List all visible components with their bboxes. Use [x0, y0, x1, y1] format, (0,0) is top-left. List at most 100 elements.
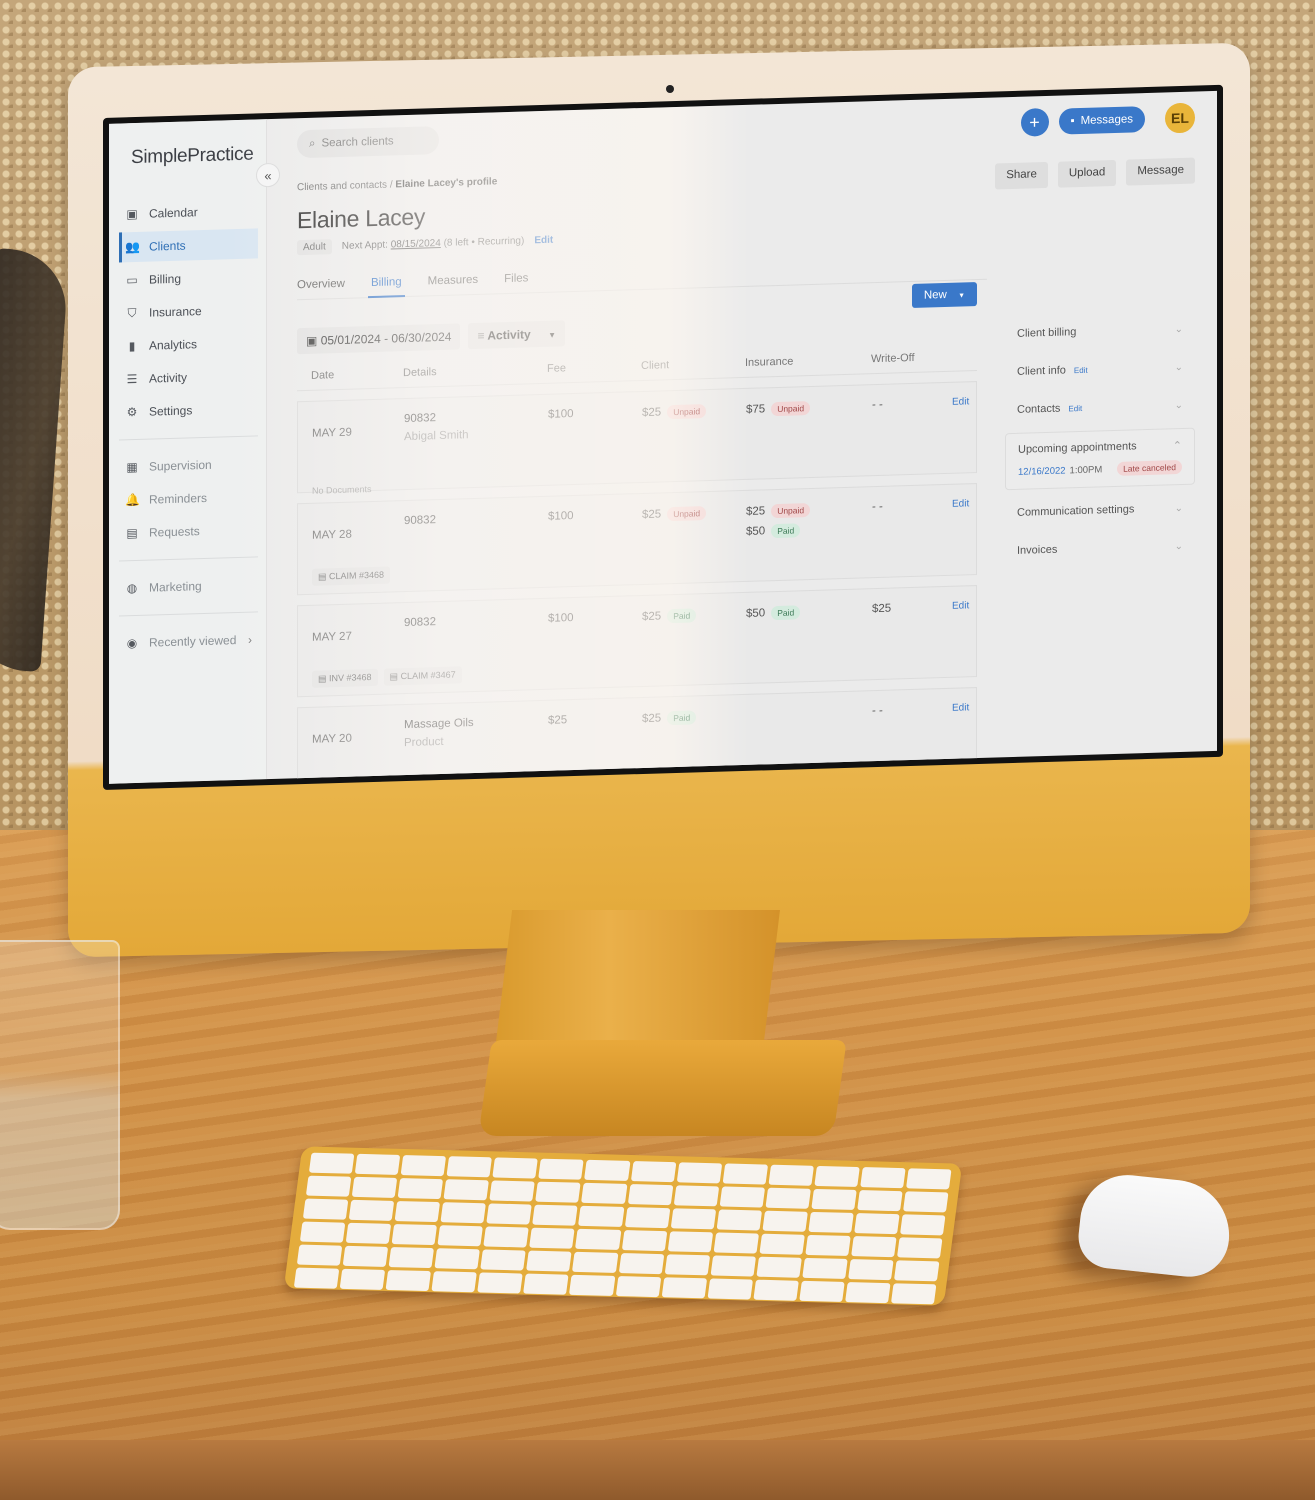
contacts-section[interactable]: Contacts Edit ⌄ [1005, 386, 1195, 430]
section-title: Client billing [1017, 326, 1077, 340]
client-billing-section[interactable]: Client billing ⌄ [1005, 310, 1195, 354]
edit-appt-link[interactable]: Edit [534, 235, 553, 247]
row-write-off: $25 [872, 602, 892, 616]
amount: $25 [746, 505, 766, 518]
message-button[interactable]: Message [1126, 157, 1195, 186]
row-insurance: $50 Paid [746, 603, 872, 673]
billing-section: ▣ 05/01/2024 - 06/30/2024 ≡ Activity ▼ N… [297, 280, 977, 784]
keyboard-key [805, 1234, 851, 1256]
sidebar-item-insurance[interactable]: ⛉ Insurance [119, 294, 258, 328]
keyboard-key [667, 1231, 713, 1253]
edit-row-link[interactable]: Edit [952, 396, 992, 463]
invoices-section[interactable]: Invoices ⌄ [1005, 527, 1195, 571]
row-details: 90832 Abigal Smith [404, 409, 548, 479]
keyboard-key [575, 1228, 621, 1250]
row-client: $25 Unpaid [642, 403, 746, 472]
avatar[interactable]: EL [1165, 102, 1195, 134]
double-chevron-left-icon: « [264, 167, 272, 183]
screen-bezel: SimplePractice « ▣ Calendar 👥 Clients ▭ Billi… [103, 84, 1223, 791]
sidebar-item-calendar[interactable]: ▣ Calendar [119, 195, 258, 229]
edit-row-link[interactable]: Edit [952, 702, 992, 769]
details-code: 90832 [404, 514, 436, 528]
messages-label: Messages [1080, 113, 1133, 127]
appointment-item[interactable]: 12/16/2022 1:00PM Late canceled [1018, 459, 1182, 479]
status-badge: Paid [667, 710, 697, 726]
keyboard-key [857, 1190, 903, 1212]
amount: $50 [746, 525, 766, 538]
keyboard-key [302, 1198, 349, 1220]
date-range-value: 05/01/2024 - 06/30/2024 [320, 329, 452, 348]
edit-row-link[interactable]: Edit [952, 600, 992, 667]
sidebar-item-activity[interactable]: ☰ Activity [119, 360, 258, 394]
communication-settings-section[interactable]: Communication settings ⌄ [1005, 489, 1195, 533]
document-chip[interactable]: ▤ INV #3468 [312, 668, 378, 688]
edit-client-info-link[interactable]: Edit [1074, 365, 1088, 374]
edit-contacts-link[interactable]: Edit [1068, 403, 1082, 412]
sidebar-item-supervision[interactable]: ▦ Supervision [119, 448, 258, 482]
new-label: New [923, 288, 947, 302]
keyboard-key [351, 1176, 398, 1198]
section-title: Upcoming appointments [1018, 440, 1137, 456]
section-title: Communication settings [1017, 503, 1135, 519]
insurance-amount-line: $75 Unpaid [746, 399, 872, 417]
status-badge: Paid [771, 605, 801, 621]
table-row[interactable]: MAY 29 90832 Abigal Smith $100 $25 Unpaid $75 U… [297, 381, 977, 496]
chevron-up-icon[interactable]: ⌃ [1173, 439, 1182, 452]
sidebar-item-billing[interactable]: ▭ Billing [119, 261, 258, 295]
sidebar-item-label: Analytics [149, 337, 198, 353]
keyboard-key [661, 1277, 707, 1299]
share-button[interactable]: Share [995, 161, 1048, 190]
sidebar-item-clients[interactable]: 👥 Clients [119, 228, 258, 263]
status-badge: Unpaid [771, 503, 811, 519]
document-chip[interactable]: ▤ CLAIM #3468 [312, 566, 391, 586]
table-row[interactable]: MAY 27 90832 $100 $25 Paid $50 Paid $25 Edit ▤ IN… [297, 585, 977, 698]
sidebar-item-recently-viewed[interactable]: ◉ Recently viewed › [119, 624, 258, 658]
breadcrumb-parent[interactable]: Clients and contacts [297, 180, 387, 194]
document-chip[interactable]: ▤ CLAIM #3467 [383, 666, 462, 686]
keyboard-key [759, 1233, 805, 1255]
date-range-picker[interactable]: ▣ 05/01/2024 - 06/30/2024 [297, 323, 461, 355]
status-badge: Unpaid [667, 506, 707, 522]
tab-billing[interactable]: Billing [371, 276, 402, 289]
table-row[interactable]: MAY 28 90832 $100 $25 Unpaid $25 Unpaid $50 Paid… [297, 483, 977, 596]
amount: $25 [642, 712, 662, 726]
row-details: Massage Oils Product [404, 715, 548, 784]
sidebar-item-requests[interactable]: ▤ Requests [119, 514, 258, 548]
tab-overview[interactable]: Overview [297, 278, 345, 291]
sidebar-item-analytics[interactable]: ▮ Analytics [119, 327, 258, 361]
edit-row-link[interactable]: Edit [952, 498, 992, 565]
add-button[interactable]: + [1020, 107, 1049, 137]
keyboard-key [385, 1269, 432, 1292]
status-badge: Unpaid [667, 404, 707, 420]
keyboard-key [532, 1204, 579, 1226]
row-fee: $100 [548, 612, 574, 625]
keyboard-key [860, 1167, 906, 1189]
tab-measures[interactable]: Measures [428, 274, 479, 287]
keyboard-key [569, 1274, 615, 1296]
keyboard-key [437, 1225, 484, 1247]
sidebar-item-reminders[interactable]: 🔔 Reminders [119, 481, 258, 515]
next-appt-date[interactable]: 08/15/2024 [391, 238, 441, 250]
keyboard-key [811, 1188, 857, 1210]
keyboard-key [578, 1205, 624, 1227]
chevron-down-icon: ⌄ [1174, 540, 1183, 552]
client-info-section[interactable]: Client info Edit ⌄ [1005, 348, 1195, 392]
sidebar-item-label: Calendar [149, 205, 198, 221]
activity-filter-dropdown[interactable]: ≡ Activity ▼ [468, 320, 565, 350]
keyboard-key [627, 1184, 673, 1206]
client-amount-line: $25 Unpaid [642, 403, 746, 420]
sidebar-item-settings[interactable]: ⚙ Settings [119, 393, 258, 427]
upload-button[interactable]: Upload [1057, 159, 1117, 188]
sidebar-item-marketing[interactable]: ◍ Marketing [119, 569, 258, 603]
keyboard-key [581, 1182, 628, 1204]
keyboard-key [707, 1278, 753, 1300]
new-button[interactable]: New ▼ [911, 282, 977, 308]
search-input[interactable]: ⌕ Search clients [297, 126, 439, 159]
row-write-off: - - [872, 398, 883, 412]
keyboard-key [615, 1276, 661, 1298]
tab-files[interactable]: Files [504, 272, 528, 285]
column-header-fee: Fee [547, 362, 566, 375]
filter-icon: ≡ [477, 328, 485, 343]
messages-button[interactable]: ▪ Messages [1058, 106, 1145, 135]
appointment-date[interactable]: 12/16/2022 [1018, 465, 1066, 477]
